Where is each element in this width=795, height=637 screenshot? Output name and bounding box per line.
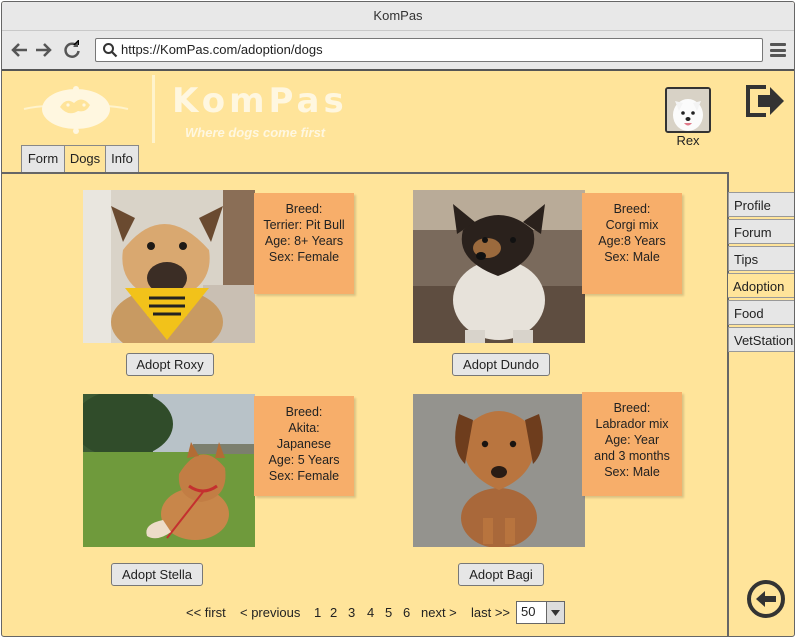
user-avatar[interactable] (665, 87, 711, 133)
per-page-value: 50 (521, 604, 536, 619)
brand-name: KomPas (172, 81, 348, 121)
browser-toolbar: https://KomPas.com/adoption/dogs (2, 31, 794, 71)
note-line: Sex: Male (604, 465, 660, 479)
last-page-link[interactable]: last >> (471, 605, 510, 620)
url-text: https://KomPas.com/adoption/dogs (121, 42, 323, 57)
adopt-stella-button[interactable]: Adopt Stella (111, 563, 203, 586)
adopt-bagi-button[interactable]: Adopt Bagi (458, 563, 544, 586)
note-line: Sex: Female (268, 469, 340, 483)
page-link[interactable]: 4 (367, 605, 374, 620)
adopt-dundo-button[interactable]: Adopt Dundo (452, 353, 550, 376)
user-name: Rex (676, 133, 700, 148)
first-page-link[interactable]: << first (186, 605, 226, 620)
note-line: Labrador mix (595, 417, 669, 431)
dog-photo-stella (83, 394, 255, 547)
current-page: 1 (314, 605, 322, 620)
per-page-select[interactable]: 50 (516, 601, 565, 624)
page-link[interactable]: 2 (330, 605, 337, 620)
sidebar-item-forum[interactable]: Forum (728, 219, 794, 244)
tab-form[interactable]: Form (21, 145, 65, 172)
previous-page-link[interactable]: < previous (240, 605, 300, 620)
page-link[interactable]: 5 (385, 605, 392, 620)
page-link[interactable]: 6 (403, 605, 410, 620)
menu-icon[interactable] (770, 43, 786, 57)
next-page-link[interactable]: next > (421, 605, 457, 620)
tab-dogs[interactable]: Dogs (64, 145, 106, 174)
address-bar[interactable]: https://KomPas.com/adoption/dogs (95, 38, 763, 62)
note-line: and 3 months (594, 449, 670, 463)
page-link[interactable]: 3 (348, 605, 355, 620)
note-line: Age: 5 Years (268, 453, 340, 467)
dog-photo-dundo (413, 190, 585, 343)
dog-logo-icon[interactable] (20, 79, 132, 146)
note-line: Akita: (288, 421, 320, 435)
note-line: Age:8 Years (598, 234, 666, 248)
info-note-dundo: Breed: Corgi mix Age:8 Years Sex: Male (582, 193, 682, 294)
header-divider (152, 75, 155, 143)
sidebar-item-food[interactable]: Food (728, 300, 794, 325)
note-line: Breed: (285, 405, 323, 419)
note-line: Corgi mix (605, 218, 659, 232)
note-line: Sex: Male (604, 250, 660, 264)
note-line: Age: Year (604, 433, 660, 447)
forward-arrow-icon[interactable] (33, 40, 53, 60)
sidebar-item-tips[interactable]: Tips (728, 246, 794, 271)
back-circle-icon[interactable] (746, 579, 786, 624)
note-line: Breed: (285, 202, 323, 216)
adopt-roxy-button[interactable]: Adopt Roxy (126, 353, 214, 376)
window-title: KomPas (2, 2, 794, 31)
search-icon (102, 42, 118, 63)
note-line: Terrier: Pit Bull (263, 218, 345, 232)
tab-info[interactable]: Info (105, 145, 139, 172)
note-line: Japanese (276, 437, 332, 451)
logout-icon[interactable] (744, 83, 786, 124)
info-note-stella: Breed: Akita: Japanese Age: 5 Years Sex:… (254, 396, 354, 496)
tagline: Where dogs come first (185, 125, 326, 140)
dog-photo-bagi (413, 394, 585, 547)
sidebar-item-adoption[interactable]: Adoption (728, 273, 794, 298)
info-note-bagi: Breed: Labrador mix Age: Year and 3 mont… (582, 392, 682, 496)
dog-photo-roxy (83, 190, 255, 343)
note-line: Breed: (613, 401, 651, 415)
chevron-down-icon[interactable] (546, 602, 564, 623)
note-line: Sex: Female (268, 250, 340, 264)
sidebar-item-profile[interactable]: Profile (728, 192, 794, 217)
note-line: Breed: (613, 202, 651, 216)
note-line: Age: 8+ Years (264, 234, 344, 248)
back-arrow-icon[interactable] (10, 40, 30, 60)
sidebar-item-vetstation[interactable]: VetStation (728, 327, 794, 352)
reload-icon[interactable] (62, 39, 82, 60)
info-note-roxy: Breed: Terrier: Pit Bull Age: 8+ Years S… (254, 193, 354, 294)
browser-window: KomPas https://KomPas.com/adoption/dogs (1, 1, 795, 637)
